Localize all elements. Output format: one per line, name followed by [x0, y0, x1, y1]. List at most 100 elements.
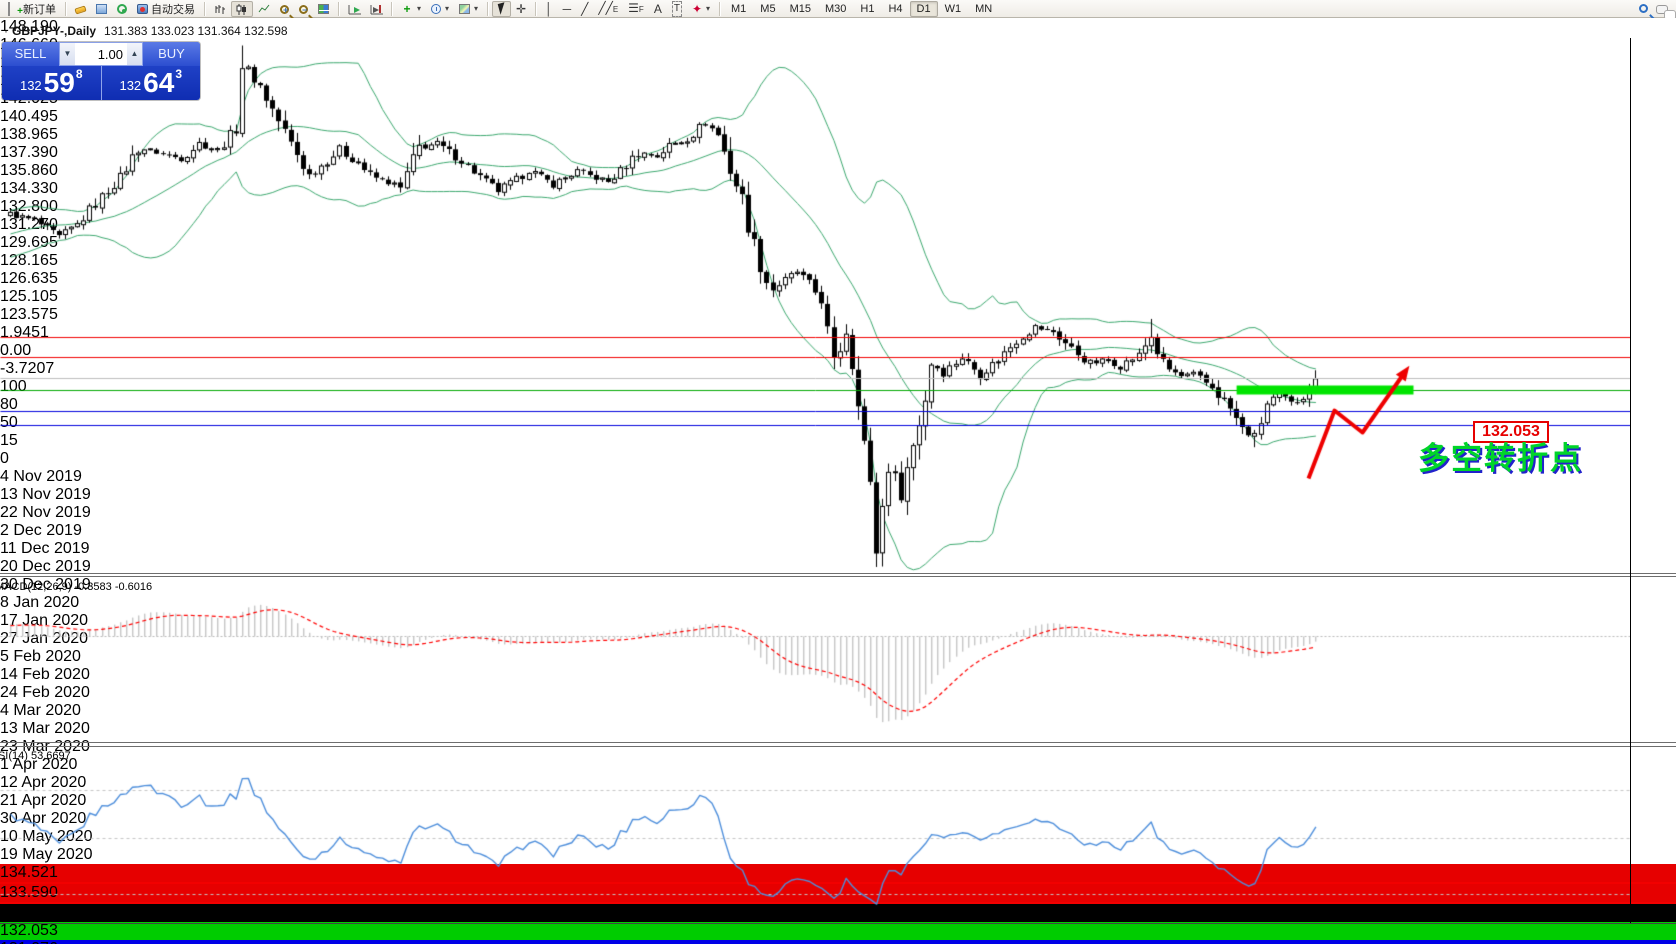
dropdown-caret-icon: ▾	[474, 4, 479, 13]
auto-scroll-icon	[348, 3, 361, 15]
periods-button[interactable]: ▾	[426, 1, 454, 17]
mt4-terminal: + 新订单 自动交易 + − +▾ ▾ ▾ ✛ │ ─ ╱ ╱╱E ☰F A	[0, 0, 1676, 944]
zoom-in-button[interactable]: +	[275, 1, 294, 17]
price-axis-line	[1630, 38, 1631, 923]
tf-button-d1[interactable]: D1	[909, 0, 938, 17]
autotrading-button[interactable]: 自动交易	[132, 1, 200, 17]
signals-button[interactable]	[112, 1, 132, 17]
tf-button-mn[interactable]: MN	[968, 1, 999, 17]
auto-scroll-button[interactable]	[343, 1, 365, 17]
autotrading-icon	[137, 4, 148, 14]
volume-control: ▼ ▲	[59, 42, 143, 66]
indicators-icon: +	[403, 1, 411, 16]
sell-button[interactable]: SELL	[2, 42, 59, 66]
price-tag-132.053[interactable]: 132.053	[0, 922, 1676, 940]
text-button[interactable]: A	[649, 1, 667, 17]
volume-down-button[interactable]: ▼	[60, 43, 75, 65]
line-chart-icon	[258, 3, 270, 15]
title-bullet: ·	[4, 24, 8, 38]
tf-button-h4[interactable]: H4	[881, 1, 909, 17]
horizontal-line-button[interactable]: ─	[558, 1, 577, 17]
sell-price-pips: 59	[43, 67, 75, 98]
zoom-in-icon: +	[280, 4, 289, 15]
shapes-icon: ✦	[691, 1, 702, 16]
vertical-line-button[interactable]: │	[540, 1, 558, 17]
ohlc-values: 131.383 133.023 131.364 132.598	[104, 24, 288, 38]
volume-input[interactable]	[75, 43, 127, 65]
signal-icon	[117, 4, 127, 14]
buy-price-pips: 64	[143, 67, 175, 98]
window-icon	[96, 4, 107, 14]
tf-button-w1[interactable]: W1	[938, 1, 969, 17]
dropdown-caret-icon: ▾	[417, 4, 422, 13]
channel-button[interactable]: ╱╱E	[593, 1, 623, 17]
crosshair-icon: ✛	[516, 1, 527, 16]
indicators-button[interactable]: + ▾	[396, 1, 426, 17]
chart-title: · GBPJPY-,Daily 131.383 133.023 131.364 13…	[4, 24, 288, 38]
pane-separator[interactable]	[0, 573, 1676, 574]
candlestick-icon	[236, 3, 248, 15]
buy-price-point: 3	[175, 67, 183, 81]
volume-up-button[interactable]: ▲	[127, 43, 142, 65]
chart-window: · GBPJPY-,Daily 131.383 133.023 131.364 13…	[0, 18, 1676, 944]
sell-price[interactable]: 132 59 8	[2, 66, 102, 100]
autotrading-label: 自动交易	[151, 3, 195, 16]
macd-label: MACD(12,26,9) -0.3583 -0.6016	[0, 581, 153, 593]
vertical-line-icon: │	[545, 1, 553, 16]
bar-chart-button[interactable]	[209, 1, 231, 17]
market-window-button[interactable]	[91, 1, 112, 17]
pane-separator[interactable]	[0, 742, 1676, 743]
tf-button-m15[interactable]: M15	[783, 1, 818, 17]
dropdown-caret-icon: ▾	[445, 4, 450, 13]
price-chart-canvas[interactable]	[0, 38, 1630, 923]
template-icon	[459, 4, 471, 14]
trendline-icon: ╱	[581, 1, 589, 16]
symbol-period-label: GBPJPY-,Daily	[12, 24, 97, 38]
horizontal-line-icon: ─	[562, 1, 572, 16]
tile-windows-button[interactable]	[313, 1, 334, 17]
buy-price-figure: 132	[119, 78, 142, 93]
zoom-out-button[interactable]: −	[294, 1, 313, 17]
trendline-button[interactable]: ╱	[576, 1, 593, 17]
sell-price-figure: 132	[19, 78, 42, 93]
styles-button[interactable]	[70, 1, 91, 17]
label-icon: T	[671, 0, 682, 17]
new-order-button[interactable]: + 新订单	[3, 1, 61, 17]
templates-button[interactable]: ▾	[454, 1, 483, 17]
fibonacci-button[interactable]: ☰F	[623, 1, 649, 17]
fibonacci-icon: ☰F	[628, 0, 644, 15]
text-icon: A	[653, 1, 662, 16]
bar-chart-icon	[214, 3, 226, 15]
zoom-out-icon: −	[299, 4, 308, 15]
turning-point-annotation[interactable]: 多空转折点	[1418, 433, 1583, 478]
label-button[interactable]: T	[667, 0, 687, 17]
cursor-button[interactable]	[492, 0, 512, 17]
price-tag-131.076[interactable]: 131.076	[0, 940, 1676, 944]
search-icon[interactable]	[1639, 4, 1648, 13]
pane-separator	[0, 576, 1676, 577]
chat-icon[interactable]	[1656, 5, 1676, 20]
crayon-icon	[74, 5, 87, 15]
line-chart-button[interactable]	[253, 1, 275, 17]
buy-button[interactable]: BUY	[143, 42, 200, 66]
tf-button-m30[interactable]: M30	[818, 1, 853, 17]
new-order-icon: +	[8, 1, 23, 16]
chart-shift-icon	[370, 3, 383, 15]
one-click-trading-panel: SELL ▼ ▲ BUY 132 59 8 132 64 3	[2, 42, 200, 100]
sell-price-point: 8	[75, 67, 83, 81]
shapes-button[interactable]: ✦ ▾	[687, 1, 715, 17]
cursor-icon	[497, 2, 508, 15]
tf-button-m5[interactable]: M5	[753, 1, 782, 17]
crosshair-button[interactable]: ✛	[511, 1, 531, 17]
pane-separator	[0, 746, 1676, 747]
buy-price[interactable]: 132 64 3	[102, 66, 201, 100]
toolbar: + 新订单 自动交易 + − +▾ ▾ ▾ ✛ │ ─ ╱ ╱╱E ☰F A	[0, 0, 1676, 20]
tf-button-m1[interactable]: M1	[724, 1, 753, 17]
new-order-label: 新订单	[23, 3, 56, 16]
chart-shift-button[interactable]	[365, 1, 387, 17]
tf-button-h1[interactable]: H1	[853, 1, 881, 17]
tile-windows-icon	[318, 4, 330, 14]
candlestick-chart-button[interactable]	[231, 0, 253, 17]
channel-icon: ╱╱E	[598, 0, 619, 15]
clock-icon	[431, 4, 442, 14]
